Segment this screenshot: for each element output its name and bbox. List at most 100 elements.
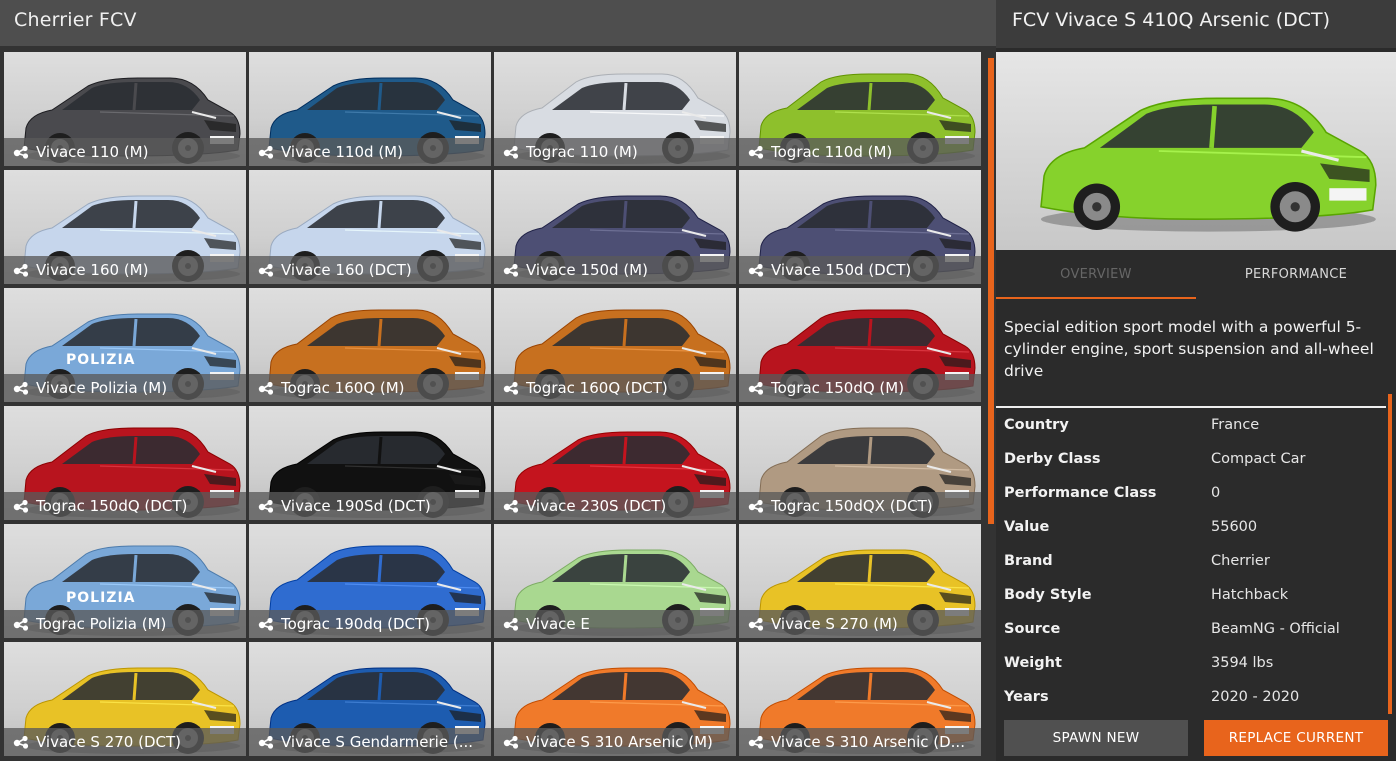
vehicle-config-tile[interactable]: Vivace 160 (M) (4, 170, 246, 284)
tile-label-bar: Tograc 150dQ (DCT) (4, 492, 246, 520)
tile-label: Tograc 150dQ (M) (771, 379, 905, 397)
vehicle-config-tile[interactable]: Tograc 110d (M) (739, 52, 981, 166)
stat-row: Source BeamNG - Official (1004, 612, 1384, 646)
config-share-icon (258, 145, 274, 159)
tile-label: Vivace S 270 (DCT) (36, 733, 181, 751)
vehicle-config-tile[interactable]: Vivace 160 (DCT) (249, 170, 491, 284)
vehicle-config-tile[interactable]: Vivace E (494, 524, 736, 638)
tile-label-bar: Vivace 230S (DCT) (494, 492, 736, 520)
tile-label-bar: Vivace S Gendarmerie (... (249, 728, 491, 756)
vehicle-preview-image (996, 52, 1396, 250)
tile-label-bar: Tograc 150dQ (M) (739, 374, 981, 402)
list-scrollbar[interactable] (988, 58, 994, 524)
stat-row: Weight 3594 lbs (1004, 646, 1384, 680)
config-share-icon (258, 735, 274, 749)
tile-label-bar: Vivace 110 (M) (4, 138, 246, 166)
vehicle-config-tile[interactable]: Vivace S 310 Arsenic (M) (494, 642, 736, 756)
vehicle-config-tile[interactable]: Vivace 190Sd (DCT) (249, 406, 491, 520)
config-share-icon (748, 381, 764, 395)
vehicle-config-tile[interactable]: POLIZIA Vivace Polizia (M) (4, 288, 246, 402)
stat-row: Country France (1004, 408, 1384, 442)
config-share-icon (748, 499, 764, 513)
spawn-new-button[interactable]: SPAWN NEW (1004, 720, 1188, 756)
tile-label: Vivace 110 (M) (36, 143, 149, 161)
tile-label: Vivace E (526, 615, 590, 633)
vehicle-config-tile[interactable]: Tograc 150dQ (DCT) (4, 406, 246, 520)
config-share-icon (503, 145, 519, 159)
config-share-icon (13, 735, 29, 749)
svg-text:POLIZIA: POLIZIA (66, 590, 136, 606)
vehicle-config-tile[interactable]: Tograc 160Q (DCT) (494, 288, 736, 402)
tile-label: Tograc 190dq (DCT) (281, 615, 431, 633)
tile-label: Tograc Polizia (M) (36, 615, 167, 633)
tile-label: Vivace S 310 Arsenic (M) (526, 733, 713, 751)
stat-value: 3594 lbs (1211, 655, 1274, 671)
svg-text:POLIZIA: POLIZIA (66, 352, 136, 368)
vehicle-config-tile[interactable]: Vivace S 270 (DCT) (4, 642, 246, 756)
config-share-icon (748, 735, 764, 749)
config-share-icon (258, 499, 274, 513)
stat-row: Derby Class Compact Car (1004, 442, 1384, 476)
tile-label-bar: Vivace 190Sd (DCT) (249, 492, 491, 520)
stat-key: Brand (1004, 553, 1053, 569)
vehicle-config-tile[interactable]: Vivace S 310 Arsenic (D... (739, 642, 981, 756)
config-share-icon (258, 263, 274, 277)
tile-label-bar: Vivace 150d (DCT) (739, 256, 981, 284)
stat-key: Performance Class (1004, 485, 1157, 501)
vehicle-config-tile[interactable]: Vivace 110d (M) (249, 52, 491, 166)
vehicle-description: Special edition sport model with a power… (1004, 318, 1374, 380)
stat-value: 0 (1211, 485, 1221, 501)
vehicle-config-tile[interactable]: Vivace S 270 (M) (739, 524, 981, 638)
tile-label: Vivace S Gendarmerie (... (281, 733, 474, 751)
tile-label: Tograc 160Q (DCT) (526, 379, 668, 397)
stat-row: Body Style Hatchback (1004, 578, 1384, 612)
vehicle-config-tile[interactable]: POLIZIA Tograc Polizia (M) (4, 524, 246, 638)
stat-value: Hatchback (1211, 587, 1289, 603)
stat-row: Years 2020 - 2020 (1004, 680, 1384, 714)
tab-overview[interactable]: OVERVIEW (996, 250, 1196, 299)
vehicle-selector: Cherrier FCV Vivace 110 (M) Vivace 110d … (0, 0, 1396, 761)
tile-label: Tograc 160Q (M) (281, 379, 405, 397)
tile-label: Tograc 110d (M) (771, 143, 893, 161)
tab-performance[interactable]: PERFORMANCE (1196, 250, 1396, 299)
vehicle-config-tile[interactable]: Tograc 150dQX (DCT) (739, 406, 981, 520)
vehicle-config-tile[interactable]: Tograc 150dQ (M) (739, 288, 981, 402)
tile-label-bar: Tograc 110d (M) (739, 138, 981, 166)
details-scrollbar[interactable] (1388, 394, 1392, 714)
vehicle-config-tile[interactable]: Vivace 150d (DCT) (739, 170, 981, 284)
selected-vehicle-title: FCV Vivace S 410Q Arsenic (DCT) (996, 0, 1396, 48)
replace-current-button[interactable]: REPLACE CURRENT (1204, 720, 1388, 756)
stat-value: Compact Car (1211, 451, 1306, 467)
vehicle-config-tile[interactable]: Vivace 230S (DCT) (494, 406, 736, 520)
config-share-icon (503, 381, 519, 395)
config-share-icon (13, 145, 29, 159)
tile-label-bar: Tograc 190dq (DCT) (249, 610, 491, 638)
tile-label: Tograc 150dQX (DCT) (771, 497, 933, 515)
config-share-icon (748, 617, 764, 631)
stat-key: Source (1004, 621, 1061, 637)
stat-key: Derby Class (1004, 451, 1101, 467)
config-share-icon (748, 263, 764, 277)
config-share-icon (13, 381, 29, 395)
tile-label-bar: Vivace 110d (M) (249, 138, 491, 166)
stat-value: Cherrier (1211, 553, 1270, 569)
vehicle-config-tile[interactable]: Tograc 110 (M) (494, 52, 736, 166)
tile-label: Vivace 190Sd (DCT) (281, 497, 431, 515)
config-share-icon (258, 381, 274, 395)
stat-row: Brand Cherrier (1004, 544, 1384, 578)
tile-label: Tograc 110 (M) (526, 143, 638, 161)
config-share-icon (13, 499, 29, 513)
details-panel: FCV Vivace S 410Q Arsenic (DCT) OVERVIEW… (996, 0, 1396, 761)
tile-label-bar: Vivace S 310 Arsenic (M) (494, 728, 736, 756)
vehicle-config-tile[interactable]: Vivace 150d (M) (494, 170, 736, 284)
stat-row: Value 55600 (1004, 510, 1384, 544)
vehicle-config-tile[interactable]: Tograc 190dq (DCT) (249, 524, 491, 638)
vehicle-config-tile[interactable]: Vivace S Gendarmerie (... (249, 642, 491, 756)
tile-label: Vivace 150d (M) (526, 261, 648, 279)
config-share-icon (748, 145, 764, 159)
vehicle-config-tile[interactable]: Tograc 160Q (M) (249, 288, 491, 402)
tile-label-bar: Tograc 160Q (M) (249, 374, 491, 402)
vehicle-config-tile[interactable]: Vivace 110 (M) (4, 52, 246, 166)
tile-label-bar: Vivace 160 (M) (4, 256, 246, 284)
stat-key: Years (1004, 689, 1049, 705)
